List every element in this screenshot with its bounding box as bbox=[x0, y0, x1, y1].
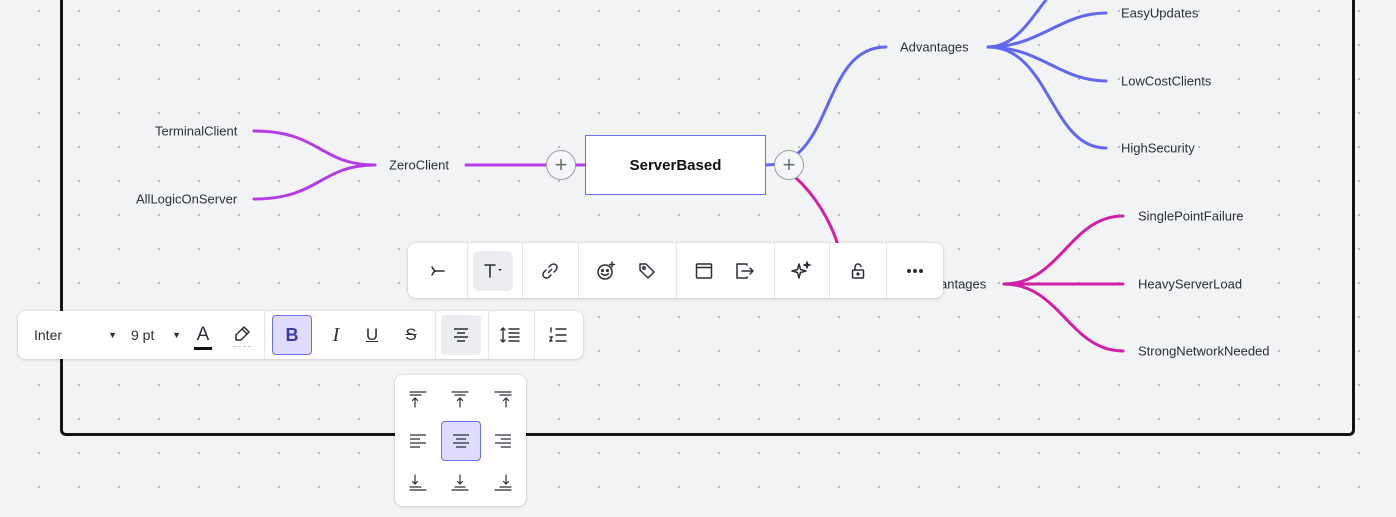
export-button[interactable] bbox=[725, 251, 765, 291]
align-middle-right-button[interactable] bbox=[483, 421, 523, 461]
align-right-icon bbox=[495, 434, 511, 448]
font-family-value: Inter bbox=[34, 327, 63, 343]
tag-icon bbox=[639, 263, 655, 279]
text-style-icon bbox=[484, 264, 502, 278]
line-height-icon bbox=[500, 327, 520, 343]
link-button[interactable] bbox=[530, 251, 570, 291]
strikethrough-button[interactable]: S bbox=[391, 315, 431, 355]
align-bottom-right-icon bbox=[494, 474, 512, 491]
align-bottom-center-icon bbox=[451, 474, 469, 491]
font-size-select[interactable]: 9 pt ▼ bbox=[131, 319, 181, 351]
connector-strongnetwork bbox=[1002, 282, 1125, 353]
text-format-toolbar: Inter ▼ 9 pt ▼ A B I U S bbox=[18, 311, 583, 359]
root-node-serverbased[interactable]: ServerBased bbox=[585, 135, 766, 195]
connector-root-disadvantages bbox=[793, 175, 840, 247]
lock-button[interactable] bbox=[838, 251, 878, 291]
link-icon bbox=[542, 263, 558, 279]
node-advantages[interactable]: Advantages bbox=[900, 40, 969, 55]
connector-topcut bbox=[986, 0, 1048, 49]
more-options-button[interactable] bbox=[895, 251, 935, 291]
connector-root-advantages bbox=[764, 45, 888, 167]
add-left-node-button[interactable]: + bbox=[546, 150, 576, 180]
underline-icon: U bbox=[365, 325, 379, 344]
align-top-left-icon bbox=[409, 391, 427, 408]
alignment-popover bbox=[395, 375, 526, 506]
node-terminalclient[interactable]: TerminalClient bbox=[155, 124, 237, 139]
node-strongnetworkneeded[interactable]: StrongNetworkNeeded bbox=[1138, 344, 1270, 359]
highlight-button[interactable] bbox=[224, 319, 260, 355]
plus-icon: + bbox=[782, 152, 796, 177]
frame-button[interactable] bbox=[684, 251, 724, 291]
node-alllogiconserver[interactable]: AllLogicOnServer bbox=[136, 192, 237, 207]
collapse-branch-button[interactable] bbox=[418, 251, 458, 291]
frame-icon bbox=[695, 263, 713, 279]
node-disadvantages[interactable]: antages bbox=[940, 277, 986, 292]
align-top-center-button[interactable] bbox=[440, 379, 480, 419]
node-context-toolbar bbox=[408, 243, 943, 298]
ai-sparkle-button[interactable] bbox=[781, 251, 821, 291]
align-top-center-icon bbox=[451, 391, 469, 408]
align-middle-center-button[interactable] bbox=[441, 421, 481, 461]
highlighter-icon bbox=[235, 326, 250, 341]
collapse-branch-icon bbox=[431, 266, 445, 276]
numbered-list-icon bbox=[548, 327, 567, 342]
align-top-right-icon bbox=[494, 391, 512, 408]
chevron-down-icon: ▼ bbox=[108, 330, 117, 340]
align-bottom-right-button[interactable] bbox=[483, 463, 523, 503]
plus-icon: + bbox=[554, 152, 568, 177]
node-highsecurity[interactable]: HighSecurity bbox=[1121, 141, 1195, 156]
align-center-icon bbox=[454, 328, 468, 342]
add-sticker-icon bbox=[597, 261, 616, 280]
text-color-button[interactable]: A bbox=[186, 319, 220, 355]
add-sticker-button[interactable] bbox=[586, 251, 626, 291]
node-singlepointfailure[interactable]: SinglePointFailure bbox=[1138, 209, 1244, 224]
node-lowcostclients[interactable]: LowCostClients bbox=[1121, 74, 1211, 89]
node-easyupdates[interactable]: EasyUpdates bbox=[1121, 6, 1198, 21]
strikethrough-icon: S bbox=[405, 325, 417, 344]
line-height-button[interactable] bbox=[490, 315, 530, 355]
align-top-right-button[interactable] bbox=[483, 379, 523, 419]
align-center-icon bbox=[453, 434, 469, 448]
connector-alllogiconserver bbox=[252, 163, 377, 201]
text-color-icon: A bbox=[196, 323, 210, 345]
bold-icon: B bbox=[285, 324, 299, 345]
align-left-icon bbox=[410, 434, 426, 448]
italic-icon: I bbox=[332, 323, 340, 346]
more-icon bbox=[907, 269, 923, 273]
text-color-swatch bbox=[194, 346, 212, 350]
align-bottom-left-icon bbox=[409, 474, 427, 491]
ai-sparkle-icon bbox=[791, 261, 811, 279]
bold-button[interactable]: B bbox=[272, 315, 312, 355]
add-right-node-button[interactable]: + bbox=[774, 150, 804, 180]
text-align-button[interactable] bbox=[441, 315, 481, 355]
font-family-select[interactable]: Inter ▼ bbox=[26, 319, 121, 351]
node-heavyserverload[interactable]: HeavyServerLoad bbox=[1138, 277, 1242, 292]
list-button[interactable] bbox=[538, 315, 578, 355]
align-bottom-left-button[interactable] bbox=[398, 463, 438, 503]
node-zeroclient[interactable]: ZeroClient bbox=[389, 158, 449, 173]
root-node-label: ServerBased bbox=[629, 156, 722, 174]
connector-lowcostclients bbox=[986, 45, 1108, 83]
italic-button[interactable]: I bbox=[316, 315, 356, 355]
lock-icon bbox=[851, 263, 865, 279]
tag-button[interactable] bbox=[627, 251, 667, 291]
align-middle-left-button[interactable] bbox=[398, 421, 438, 461]
underline-button[interactable]: U bbox=[352, 315, 392, 355]
chevron-down-icon: ▼ bbox=[172, 330, 181, 340]
export-icon bbox=[736, 263, 754, 279]
font-size-value: 9 pt bbox=[131, 327, 155, 343]
align-bottom-center-button[interactable] bbox=[440, 463, 480, 503]
text-style-button[interactable] bbox=[473, 251, 513, 291]
connector-singlepointfailure bbox=[1002, 214, 1125, 286]
align-top-left-button[interactable] bbox=[398, 379, 438, 419]
connector-terminalclient bbox=[252, 129, 377, 167]
highlight-swatch bbox=[233, 346, 251, 350]
